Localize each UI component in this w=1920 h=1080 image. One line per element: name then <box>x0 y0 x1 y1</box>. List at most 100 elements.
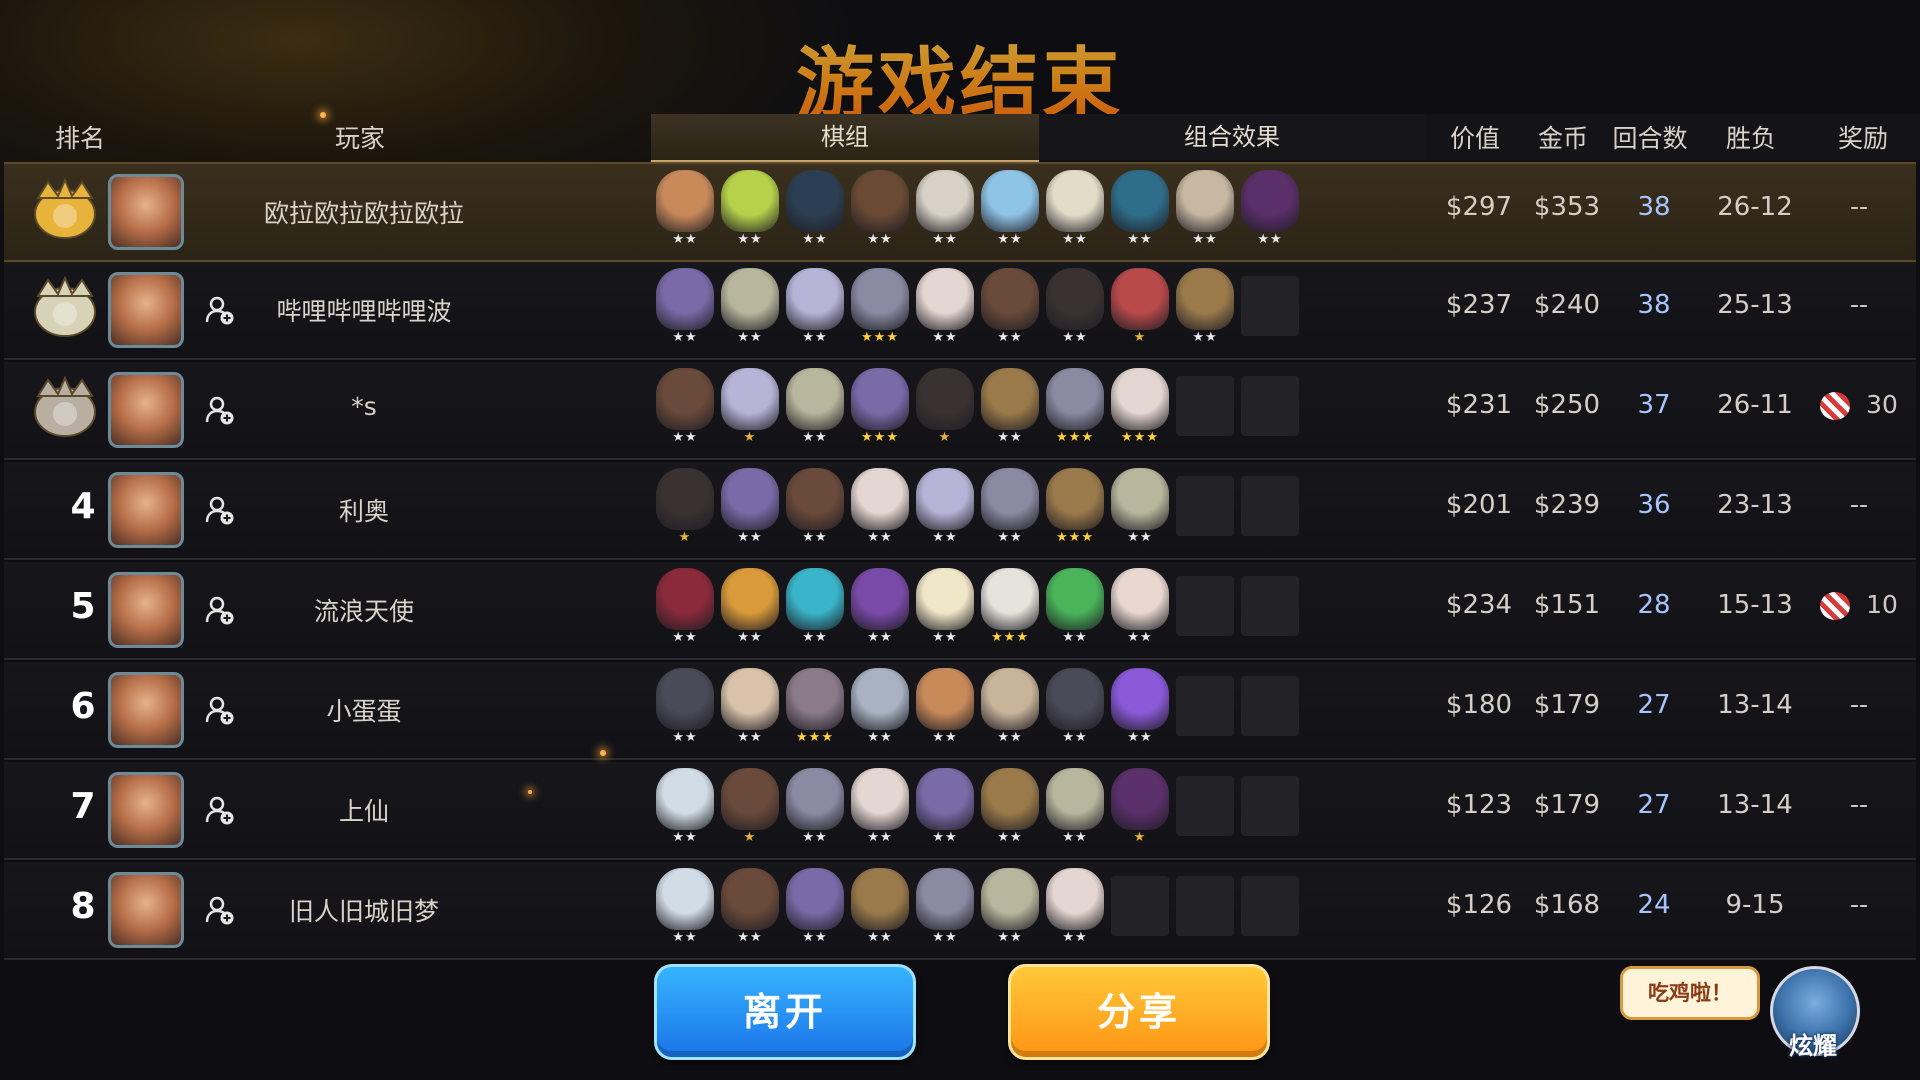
chess-piece[interactable]: ★★ <box>654 766 716 854</box>
chess-piece[interactable]: ★★ <box>784 168 846 256</box>
chess-piece[interactable]: ★★ <box>849 666 911 754</box>
chess-piece[interactable]: ★★ <box>979 366 1041 454</box>
star-rating: ★★ <box>867 830 893 845</box>
chess-piece[interactable]: ★★ <box>914 466 976 554</box>
share-button[interactable]: 分享 <box>1008 964 1270 1060</box>
chess-piece[interactable]: ★★ <box>849 566 911 654</box>
chess-piece[interactable]: ★★ <box>784 366 846 454</box>
chess-piece[interactable]: ★★★ <box>784 666 846 754</box>
chess-piece[interactable]: ★★ <box>654 666 716 754</box>
chess-piece[interactable]: ★★ <box>1239 168 1301 256</box>
chess-piece[interactable]: ★★ <box>849 168 911 256</box>
chess-piece[interactable]: ★★ <box>1109 168 1171 256</box>
piece-portrait-icon <box>1111 368 1169 430</box>
rank-number: 6 <box>70 686 96 727</box>
chess-piece[interactable]: ★★ <box>914 566 976 654</box>
chess-piece[interactable]: ★★ <box>654 866 716 954</box>
chess-piece[interactable]: ★★★ <box>849 266 911 354</box>
chess-piece[interactable]: ★ <box>914 366 976 454</box>
chess-piece[interactable]: ★ <box>654 466 716 554</box>
chess-piece[interactable]: ★★ <box>784 766 846 854</box>
tab-synergy[interactable]: 组合效果 <box>1039 114 1425 160</box>
chess-piece[interactable]: ★★ <box>654 168 716 256</box>
add-friend-icon[interactable] <box>204 394 236 426</box>
chess-piece[interactable]: ★★ <box>1044 266 1106 354</box>
star-rating: ★★ <box>1062 630 1088 645</box>
add-friend-icon[interactable] <box>204 594 236 626</box>
chess-piece[interactable]: ★★ <box>719 466 781 554</box>
chess-piece[interactable]: ★ <box>1109 766 1171 854</box>
chess-piece[interactable]: ★★ <box>654 366 716 454</box>
reward-amount: -- <box>1849 290 1869 319</box>
show-off-label[interactable]: 炫耀 <box>1768 1026 1858 1061</box>
player-avatar[interactable] <box>108 372 184 448</box>
chess-piece[interactable]: ★ <box>1109 266 1171 354</box>
chess-piece[interactable]: ★★ <box>979 168 1041 256</box>
add-friend-icon[interactable] <box>204 794 236 826</box>
chess-piece[interactable]: ★★ <box>654 566 716 654</box>
chess-piece[interactable]: ★★★ <box>1109 366 1171 454</box>
chess-piece[interactable]: ★ <box>719 766 781 854</box>
chess-piece[interactable]: ★★★ <box>1044 366 1106 454</box>
player-avatar[interactable] <box>108 472 184 548</box>
chess-piece[interactable]: ★★ <box>784 466 846 554</box>
chess-piece[interactable]: ★★ <box>914 866 976 954</box>
chess-piece[interactable]: ★★ <box>849 766 911 854</box>
player-avatar[interactable] <box>108 272 184 348</box>
chess-piece[interactable]: ★★★ <box>1044 466 1106 554</box>
star-rating: ★★★ <box>1056 530 1094 545</box>
star-rating: ★★ <box>997 232 1023 247</box>
chess-piece[interactable]: ★★ <box>1044 566 1106 654</box>
chess-piece[interactable]: ★★ <box>784 866 846 954</box>
chess-piece[interactable]: ★★ <box>1109 666 1171 754</box>
chess-piece[interactable]: ★★ <box>914 666 976 754</box>
chess-piece[interactable]: ★★ <box>1044 168 1106 256</box>
tab-lineup[interactable]: 棋组 <box>651 114 1039 163</box>
chess-piece[interactable]: ★★ <box>719 866 781 954</box>
player-avatar[interactable] <box>108 872 184 948</box>
chess-piece[interactable]: ★★ <box>719 566 781 654</box>
chess-piece[interactable]: ★★ <box>979 866 1041 954</box>
chess-piece[interactable]: ★★★ <box>979 566 1041 654</box>
chess-piece[interactable]: ★★ <box>1174 168 1236 256</box>
chess-piece[interactable]: ★★ <box>914 266 976 354</box>
chess-piece[interactable]: ★★ <box>979 466 1041 554</box>
reward-amount: -- <box>1849 790 1869 819</box>
add-friend-icon[interactable] <box>204 894 236 926</box>
chess-piece[interactable]: ★★ <box>1109 566 1171 654</box>
star-rating: ★★ <box>802 232 828 247</box>
add-friend-icon[interactable] <box>204 294 236 326</box>
net-value: $237 <box>1445 290 1513 320</box>
chess-piece[interactable]: ★ <box>719 366 781 454</box>
add-friend-icon[interactable] <box>204 494 236 526</box>
leave-button[interactable]: 离开 <box>654 964 916 1060</box>
chess-piece[interactable]: ★★ <box>1174 266 1236 354</box>
chess-piece[interactable]: ★★★ <box>849 366 911 454</box>
chess-piece[interactable]: ★★ <box>979 266 1041 354</box>
chess-piece[interactable]: ★★ <box>784 266 846 354</box>
player-avatar[interactable] <box>108 772 184 848</box>
chess-piece[interactable]: ★★ <box>849 866 911 954</box>
chess-piece[interactable]: ★★ <box>1044 666 1106 754</box>
player-avatar[interactable] <box>108 572 184 648</box>
player-avatar[interactable] <box>108 174 184 250</box>
chess-piece[interactable]: ★★ <box>849 466 911 554</box>
star-rating: ★★ <box>867 530 893 545</box>
chess-piece[interactable]: ★★ <box>914 168 976 256</box>
chess-piece[interactable]: ★★ <box>1044 866 1106 954</box>
chess-piece[interactable]: ★★ <box>654 266 716 354</box>
piece-portrait-icon <box>786 768 844 830</box>
chess-piece[interactable]: ★★ <box>979 666 1041 754</box>
star-rating: ★★ <box>672 232 698 247</box>
chess-piece[interactable]: ★★ <box>1109 466 1171 554</box>
chess-piece[interactable]: ★★ <box>914 766 976 854</box>
player-avatar[interactable] <box>108 672 184 748</box>
add-friend-icon[interactable] <box>204 694 236 726</box>
chess-piece[interactable]: ★★ <box>784 566 846 654</box>
piece-portrait-icon <box>656 368 714 430</box>
chess-piece[interactable]: ★★ <box>719 168 781 256</box>
chess-piece[interactable]: ★★ <box>719 266 781 354</box>
chess-piece[interactable]: ★★ <box>979 766 1041 854</box>
chess-piece[interactable]: ★★ <box>1044 766 1106 854</box>
chess-piece[interactable]: ★★ <box>719 666 781 754</box>
